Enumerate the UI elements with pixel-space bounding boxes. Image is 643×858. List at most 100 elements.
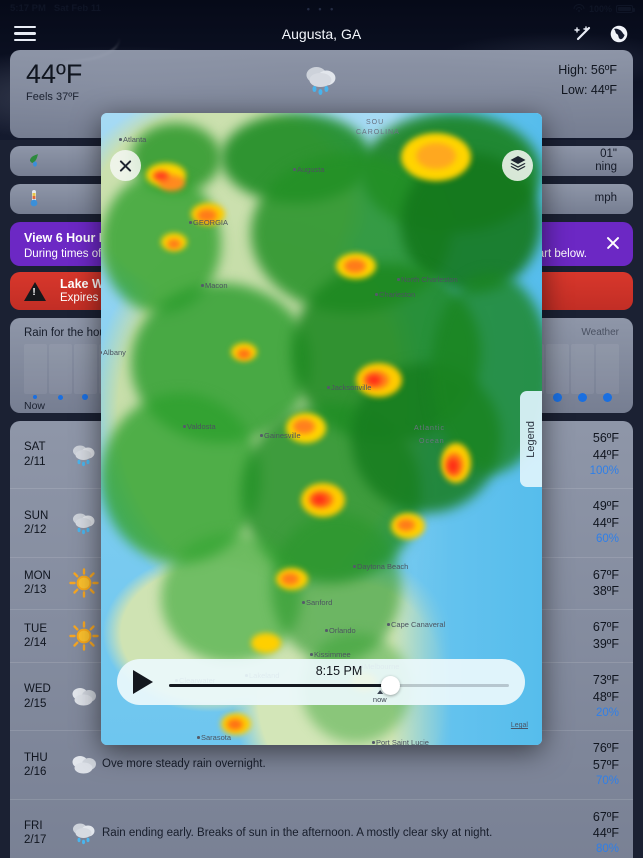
forecast-date-number: 2/12: [24, 523, 47, 536]
rain-cloud-icon: [66, 508, 102, 538]
forecast-date-number: 2/16: [24, 765, 47, 778]
map-city-label: Charleston: [379, 290, 416, 299]
radar-timeline-track[interactable]: [169, 676, 509, 695]
forecast-low: 39ºF: [592, 637, 619, 652]
sun-icon: [66, 568, 102, 599]
radar-time-label: 8:15 PM: [315, 664, 363, 678]
map-region-label: CAROLINA: [356, 129, 400, 136]
map-city-dot: [293, 168, 296, 171]
radar-map-modal[interactable]: Atlanta Augusta GEORGIA Macon North Charlest…: [101, 113, 542, 745]
map-city-label: Sanford: [306, 598, 333, 607]
forecast-high: 67ºF: [592, 567, 619, 582]
legal-link[interactable]: Legal: [511, 722, 528, 729]
forecast-low: 44ºF: [592, 516, 619, 531]
radar-timeline-fill: [169, 684, 390, 687]
radar-echo-intense: [397, 519, 415, 531]
page-title: Augusta, GA: [281, 25, 362, 42]
forecast-temperatures: 67ºF 39ºF: [567, 619, 619, 653]
radar-playback-controls[interactable]: 8:15 PM now: [117, 659, 525, 705]
radar-echo-intense: [313, 495, 326, 504]
hourly-precip-dot: [571, 392, 594, 402]
precip-label: ning: [595, 161, 617, 173]
forecast-low: 57ºF: [592, 758, 619, 773]
wifi-icon: [573, 4, 585, 13]
forecast-date: WED 2/15: [24, 682, 66, 711]
map-city-label: Macon: [205, 281, 228, 290]
forecast-description: Ove more steady rain overnight.: [102, 758, 266, 771]
rain-cloud-icon: [66, 818, 102, 848]
forecast-low: 44ºF: [592, 447, 619, 462]
map-city-label: North Charleston: [401, 275, 458, 284]
forecast-date-number: 2/15: [24, 697, 47, 710]
rain-cloud-icon: [66, 440, 102, 470]
close-icon[interactable]: [605, 235, 621, 251]
cloud-icon: [66, 682, 102, 712]
hourly-bar: [48, 344, 72, 394]
globe-icon[interactable]: [609, 24, 629, 44]
hourly-now-label: Now: [24, 400, 46, 412]
hourly-bar: [24, 344, 47, 394]
forecast-precip-chance: 60%: [595, 533, 619, 546]
table-row[interactable]: FRI 2/17 Rain ending early. Breaks of sun …: [10, 798, 633, 858]
status-date: Sat Feb 11: [53, 3, 101, 14]
forecast-day: TUE: [24, 622, 47, 635]
radar-layers-button[interactable]: [502, 150, 533, 181]
forecast-precip-chance: 70%: [595, 775, 619, 788]
sun-icon: [66, 621, 102, 651]
rain-cloud-icon: [299, 67, 343, 106]
map-city-label: Albany: [103, 348, 126, 357]
forecast-low: 38ºF: [592, 584, 619, 599]
hamburger-menu-icon[interactable]: [14, 25, 36, 42]
forecast-high: 56ºF: [592, 431, 619, 445]
forecast-temperatures: 67ºF 38ºF: [567, 567, 619, 601]
hourly-precip-dot: [49, 394, 72, 400]
radar-echo-intense: [237, 349, 251, 359]
radar-map[interactable]: Atlanta Augusta GEORGIA Macon North Charlest…: [101, 113, 542, 745]
battery-percent: 100%: [588, 3, 612, 14]
forecast-date-number: 2/11: [24, 455, 46, 468]
forecast-high: 76ºF: [592, 741, 619, 756]
play-icon[interactable]: [133, 670, 153, 694]
radar-close-button[interactable]: [110, 150, 141, 181]
radar-echo-intense: [448, 459, 458, 473]
forecast-date-number: 2/17: [24, 834, 47, 847]
precip-amount: 01": [600, 147, 617, 160]
forecast-date: SUN 2/12: [24, 509, 66, 538]
map-region-label: Atlantic: [414, 425, 445, 432]
map-city-dot: [101, 351, 102, 354]
forecast-date: MON 2/13: [24, 569, 66, 598]
hourly-precip-dot: [546, 392, 569, 402]
forecast-day: WED: [24, 683, 51, 696]
forecast-date: TUE 2/14: [24, 622, 66, 651]
forecast-temperatures: 56ºF 44ºF 100%: [567, 430, 619, 479]
forecast-day: MON: [24, 570, 51, 583]
map-city-dot: [197, 736, 200, 739]
map-city-dot: [201, 284, 204, 287]
radar-legend-tab[interactable]: Legend: [520, 391, 542, 487]
forecast-day: SAT: [24, 441, 46, 454]
forecast-description: Rain ending early. Breaks of sun in the …: [102, 826, 493, 839]
radar-echo-intense: [153, 171, 169, 181]
thermometer-icon: [26, 189, 42, 210]
battery-icon: [616, 4, 635, 13]
status-bar: 5:17 PM Sat Feb 11 • • • 100%: [0, 0, 643, 17]
forecast-date: FRI 2/17: [24, 819, 66, 848]
map-city-dot: [325, 629, 328, 632]
map-city-label: Kissimmee: [314, 650, 351, 659]
radar-now-marker: now: [373, 690, 387, 704]
forecast-low: 48ºF: [592, 689, 619, 704]
radar-echo-intense: [167, 239, 181, 249]
promo-banner-subtitle-end: art below.: [537, 248, 587, 260]
map-city-dot: [119, 138, 122, 141]
forecast-precip-chance: 80%: [595, 843, 619, 856]
feels-like-temperature: Feels 37ºF: [26, 91, 79, 104]
low-temperature: Low: 44ºF: [561, 83, 617, 97]
forecast-temperatures: 76ºF 57ºF 70%: [567, 740, 619, 789]
precip-drop-icon: [26, 152, 42, 171]
map-city-label: Jacksonville: [331, 383, 372, 392]
magic-wand-icon[interactable]: [573, 24, 593, 44]
forecast-date-number: 2/14: [24, 637, 47, 650]
current-temperature: 44ºF: [26, 59, 83, 89]
radar-echo-intense: [251, 633, 281, 653]
map-city-dot: [302, 601, 305, 604]
